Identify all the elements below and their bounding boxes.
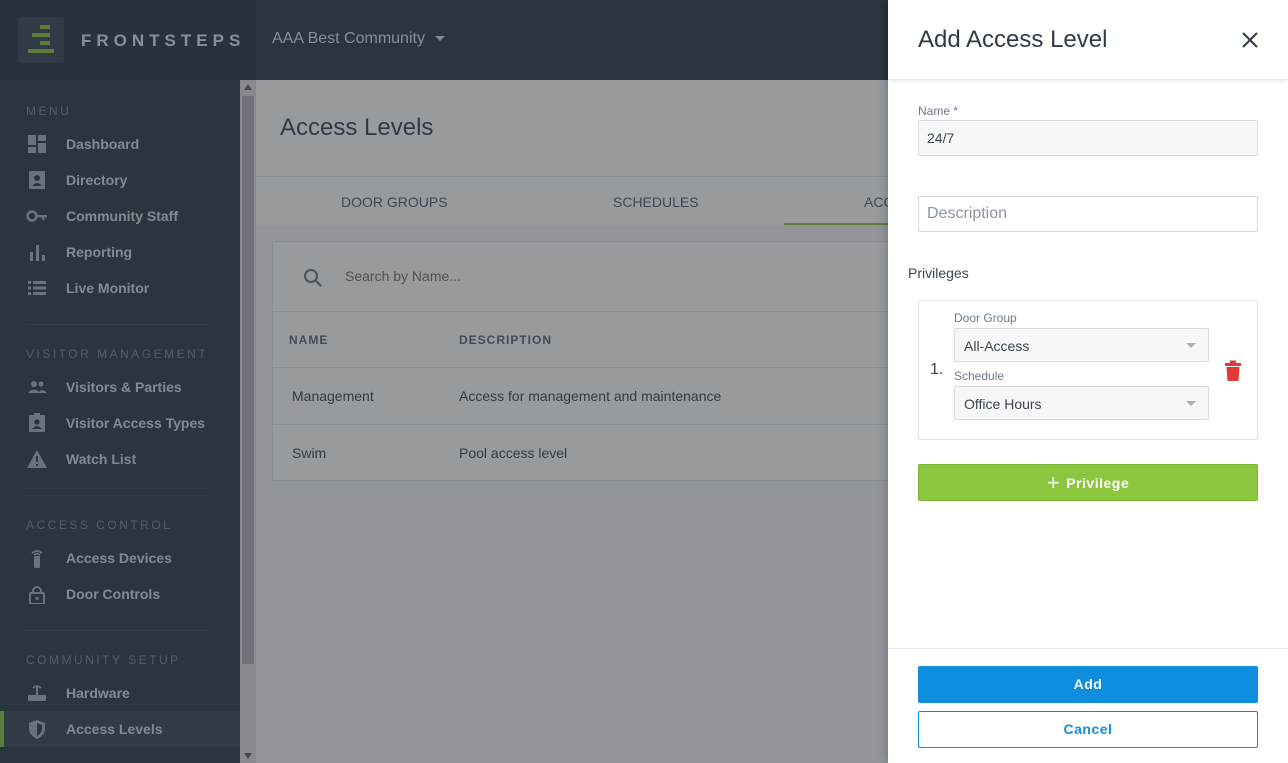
door-group-value: All-Access [964,338,1030,354]
add-privilege-label: Privilege [1066,475,1130,491]
add-button[interactable]: Add [918,666,1258,703]
add-access-level-drawer: Add Access Level Name * Privileges 1. Do… [888,0,1288,763]
chevron-down-icon [1186,343,1196,348]
privilege-number: 1. [930,361,944,378]
plus-icon: + [1046,470,1061,495]
door-group-select[interactable]: All-Access [954,328,1209,362]
schedule-value: Office Hours [964,396,1042,412]
schedule-label: Schedule [954,369,1005,383]
close-icon[interactable] [1238,28,1262,52]
name-field[interactable] [918,120,1258,156]
drawer-footer: Add Cancel [888,648,1288,763]
privileges-title: Privileges [908,265,969,281]
drawer-header: Add Access Level [888,0,1288,80]
add-privilege-button[interactable]: + Privilege [918,464,1258,501]
chevron-down-icon [1186,401,1196,406]
name-label: Name * [918,104,959,118]
privilege-row: 1. Door Group All-Access Schedule Office… [918,300,1258,440]
schedule-select[interactable]: Office Hours [954,386,1209,420]
description-field[interactable] [918,196,1258,232]
modal-backdrop[interactable] [0,0,888,763]
drawer-title: Add Access Level [918,26,1108,53]
cancel-button[interactable]: Cancel [918,711,1258,748]
trash-icon[interactable] [1224,360,1242,382]
door-group-label: Door Group [954,311,1017,325]
